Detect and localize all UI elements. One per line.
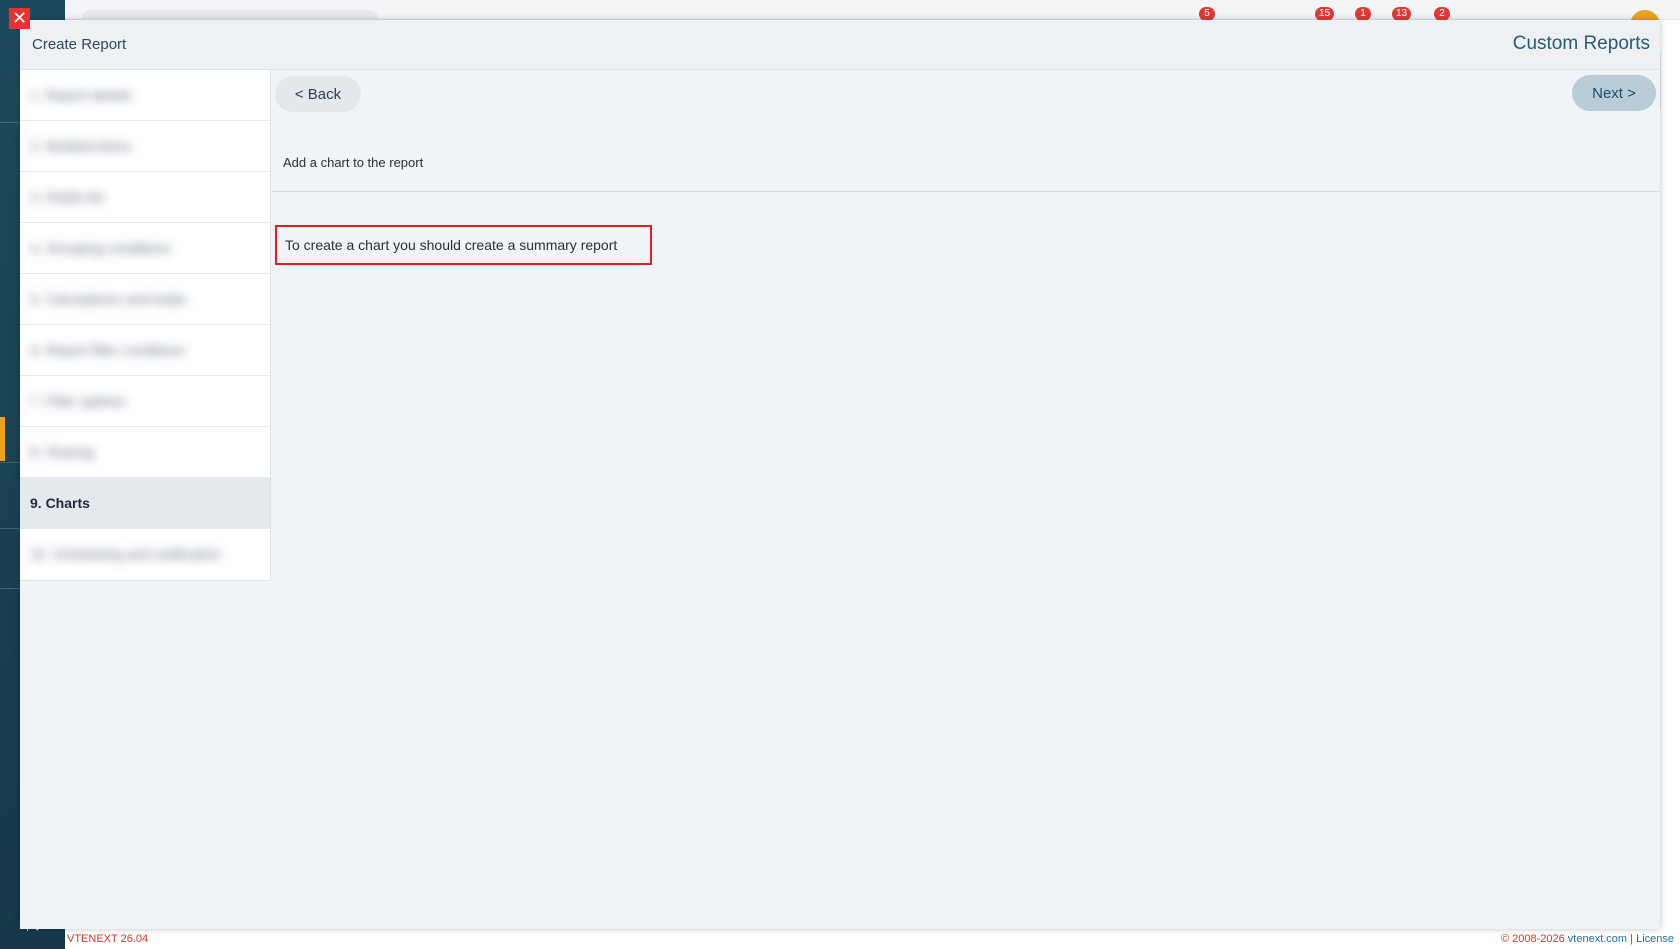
wizard-step[interactable]: 7. Filter options: [20, 376, 270, 427]
app-footer: VTENEXT 26.04 © 2008-2026 vtenext.com | …: [65, 929, 1680, 949]
wizard-step[interactable]: 6. Report filter conditions: [20, 325, 270, 376]
wizard-step-label: 5. Calculations and totals: [30, 291, 187, 307]
copyright-label: © 2008-2026 vtenext.com | License: [1500, 933, 1674, 945]
wizard-step-label: 8. Sharing: [30, 444, 94, 460]
vendor-link[interactable]: vtenext.com: [1568, 933, 1627, 945]
notification-badge: 2: [1434, 7, 1450, 21]
summary-report-notice: To create a chart you should create a su…: [275, 225, 652, 265]
wizard-step-label: 6. Report filter conditions: [30, 342, 185, 358]
version-label: VTENEXT 26.04: [67, 933, 149, 945]
module-name: Custom Reports: [1512, 33, 1650, 54]
wizard-step-label: 7. Filter options: [30, 393, 126, 409]
notification-badge: 15: [1315, 7, 1335, 21]
wizard-step[interactable]: 5. Calculations and totals: [20, 274, 270, 325]
wizard-step[interactable]: 8. Sharing: [20, 427, 270, 478]
wizard-step-label: 2. Related items: [30, 138, 132, 154]
license-link[interactable]: License: [1636, 933, 1674, 945]
wizard-step-label: 1. Report details: [30, 87, 132, 103]
wizard-step[interactable]: 1. Report details: [20, 70, 270, 121]
modal-title: Create Report: [32, 36, 127, 53]
wizard-step[interactable]: 10. Scheduling and notification: [20, 529, 270, 580]
section-title: Add a chart to the report: [283, 155, 424, 170]
back-button[interactable]: < Back: [275, 76, 361, 112]
sidebar-active-indicator: [0, 417, 5, 461]
wizard-step[interactable]: 4. Grouping conditions: [20, 223, 270, 274]
close-modal-button[interactable]: ✕: [9, 8, 30, 29]
wizard-step-label: 4. Grouping conditions: [30, 240, 171, 256]
side-panel-strip: [1660, 54, 1680, 109]
wizard-step-label: 9. Charts: [30, 495, 90, 511]
wizard-step-charts[interactable]: 9. Charts: [20, 478, 270, 529]
copyright-years: © 2008-2026: [1500, 933, 1565, 945]
notification-badge: 13: [1392, 7, 1412, 21]
section-divider: [272, 191, 1660, 192]
wizard-step-label: 10. Scheduling and notification: [30, 546, 221, 562]
create-report-modal: Create Report Custom Reports 1. Report d…: [20, 20, 1660, 929]
wizard-steps: 1. Report details 2. Related items 3. Fi…: [20, 70, 271, 581]
next-button[interactable]: Next >: [1572, 75, 1656, 111]
wizard-step[interactable]: 2. Related items: [20, 121, 270, 172]
wizard-step[interactable]: 3. Fields list: [20, 172, 270, 223]
notification-badge: 5: [1199, 7, 1215, 21]
notification-badge: 1: [1355, 7, 1371, 21]
wizard-content: < Back Next > Add a chart to the report …: [272, 70, 1660, 929]
modal-header: Create Report Custom Reports: [20, 20, 1660, 70]
wizard-step-label: 3. Fields list: [30, 189, 104, 205]
